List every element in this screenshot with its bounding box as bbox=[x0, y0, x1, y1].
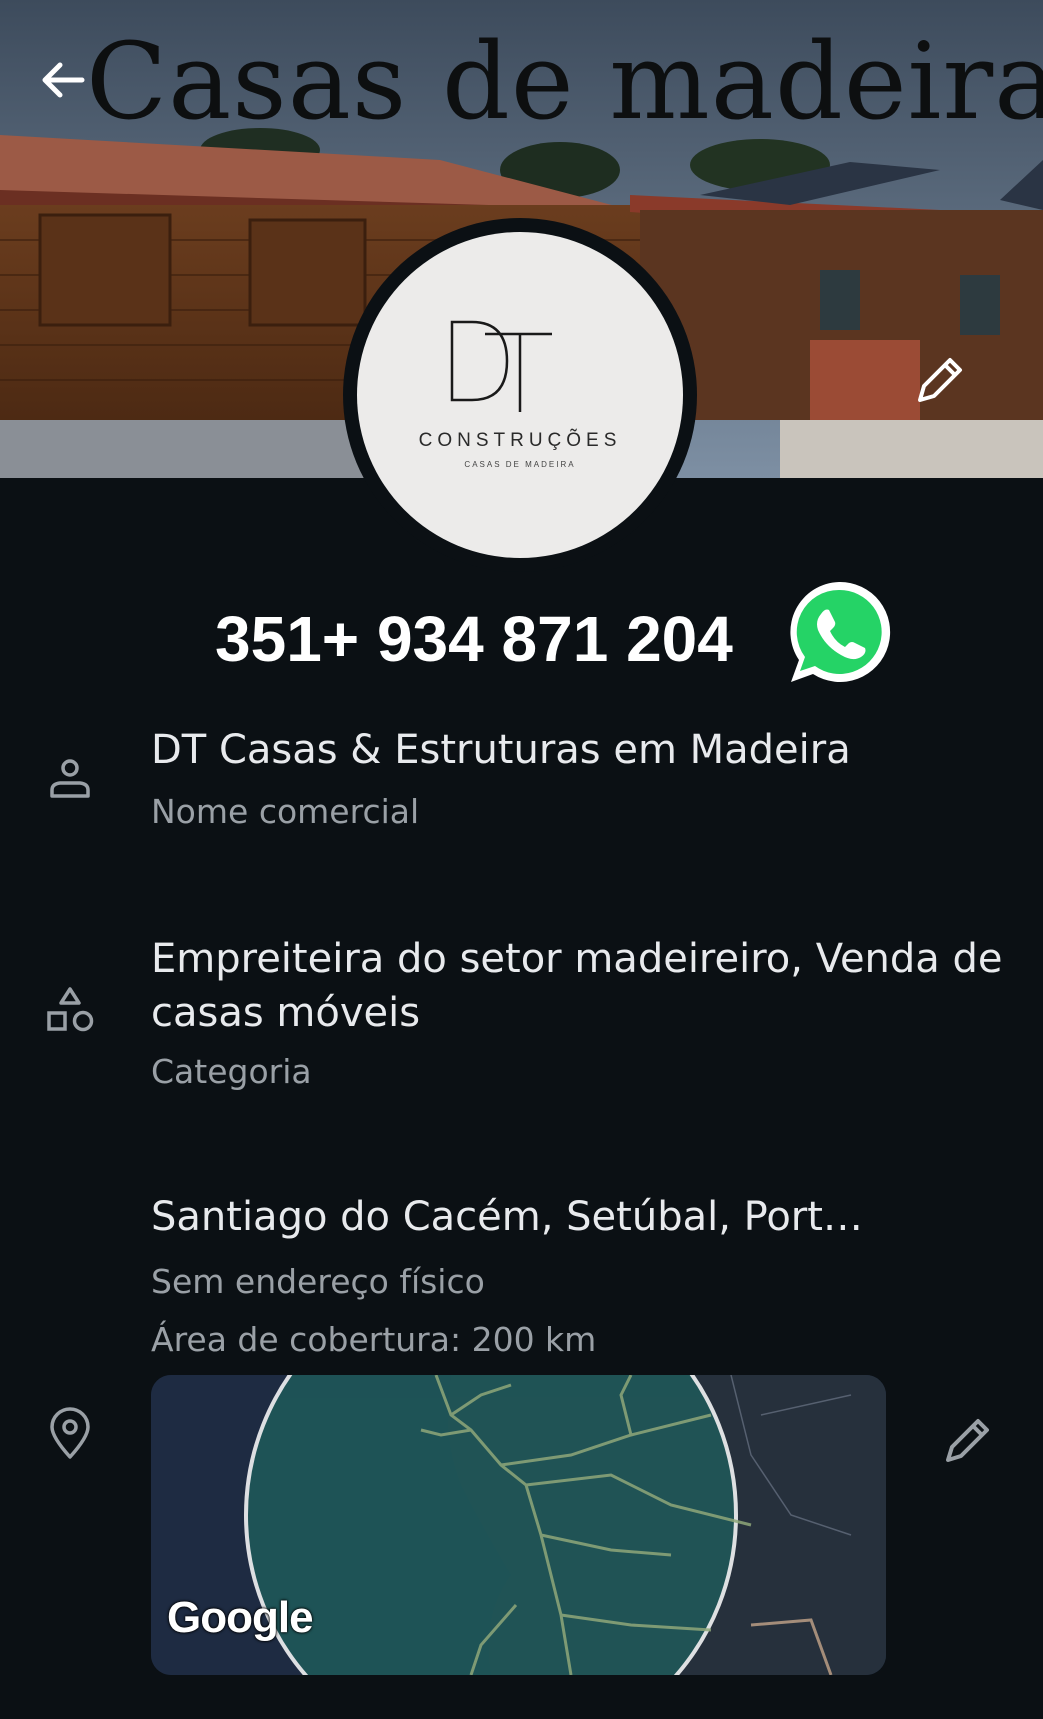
profile-logo[interactable]: CONSTRUÇÕES CASAS DE MADEIRA bbox=[343, 218, 697, 572]
arrow-left-icon bbox=[42, 62, 85, 98]
back-button[interactable] bbox=[38, 55, 98, 115]
edit-cover-button[interactable] bbox=[912, 352, 1012, 452]
whatsapp-icon[interactable] bbox=[783, 576, 895, 688]
logo-circle: CONSTRUÇÕES CASAS DE MADEIRA bbox=[357, 232, 683, 558]
location-pin-icon bbox=[44, 1407, 96, 1460]
coverage-area: Área de cobertura: 200 km bbox=[151, 1320, 597, 1359]
google-logo: Google bbox=[167, 1593, 314, 1642]
cover-title: Casas de madeira bbox=[86, 20, 1043, 143]
edit-location-button[interactable] bbox=[938, 1410, 998, 1470]
logo-tagline: CASAS DE MADEIRA bbox=[464, 460, 576, 469]
coverage-map[interactable]: Google bbox=[151, 1375, 886, 1675]
phone-number[interactable]: 351+ 934 871 204 bbox=[215, 602, 733, 676]
person-icon bbox=[44, 752, 96, 804]
business-location[interactable]: Santiago do Cacém, Setúbal, Port… bbox=[151, 1191, 863, 1244]
pencil-icon bbox=[946, 1419, 989, 1462]
pencil-icon bbox=[918, 358, 962, 402]
logo-wordmark: CONSTRUÇÕES bbox=[418, 430, 622, 451]
business-category-caption: Categoria bbox=[151, 1052, 312, 1091]
dt-monogram-icon bbox=[450, 320, 552, 412]
business-name-caption: Nome comercial bbox=[151, 792, 420, 831]
shapes-icon bbox=[44, 985, 96, 1037]
business-category-line2[interactable]: casas móveis bbox=[151, 987, 420, 1040]
address-note: Sem endereço físico bbox=[151, 1262, 485, 1301]
phone-row: 351+ 934 871 204 bbox=[0, 566, 1043, 686]
business-category-line1[interactable]: Empreiteira do setor madeireiro, Venda d… bbox=[151, 933, 1003, 986]
business-name[interactable]: DT Casas & Estruturas em Madeira bbox=[151, 724, 851, 777]
